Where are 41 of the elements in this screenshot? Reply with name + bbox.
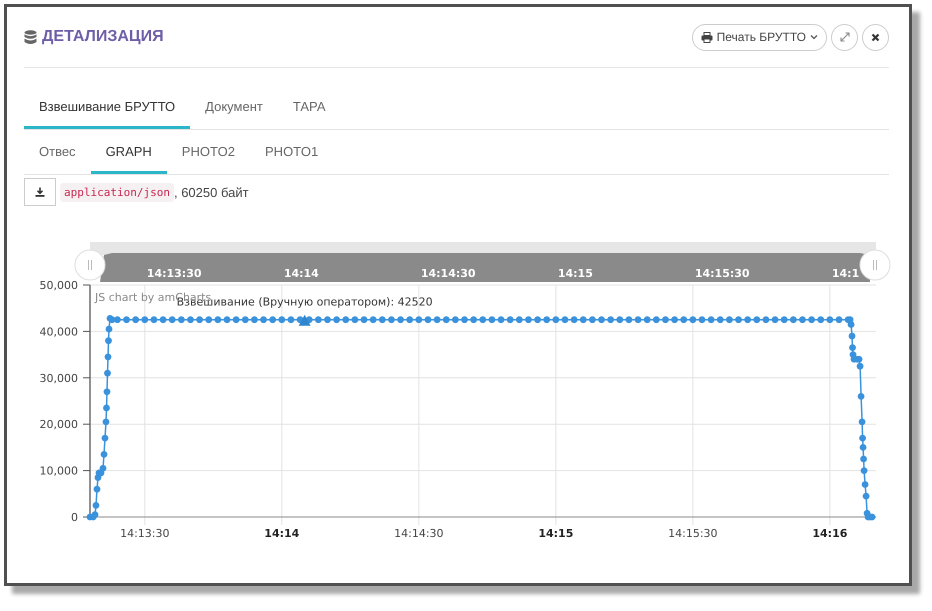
file-type: application/json (60, 182, 174, 202)
print-button[interactable]: Печать БРУТТО (692, 24, 827, 50)
scrollbar-label: 14:15:30 (694, 267, 750, 280)
triangle-marker (298, 314, 311, 326)
x-axis-label: 14:16 (812, 527, 848, 540)
x-axis-label: 14:15:30 (668, 527, 718, 540)
y-axis-label: 50,000 (40, 279, 78, 292)
x-axis-label: 14:13:30 (120, 527, 170, 540)
scrollbar-label: 14:13:30 (146, 267, 202, 280)
database-icon (24, 30, 37, 44)
right-handle[interactable] (860, 250, 890, 280)
x-axis-label: 14:14:30 (394, 527, 444, 540)
tab[interactable]: PHOTO1 (250, 130, 334, 174)
expand-icon (840, 32, 850, 42)
download-icon (35, 187, 45, 197)
tab[interactable]: ТАРА (278, 88, 340, 129)
y-axis-label: 20,000 (40, 418, 78, 432)
x-axis-label: 14:15 (538, 527, 574, 540)
scrollbar-label: 14:14 (284, 267, 319, 280)
y-axis-label: 10,000 (40, 464, 78, 478)
download-button[interactable] (24, 178, 56, 206)
x-axis-label: 14:14 (264, 527, 300, 540)
y-axis-label: 30,000 (40, 372, 78, 385)
left-handle[interactable] (74, 250, 106, 280)
dialog-title: ДЕТАЛИЗАЦИЯ (42, 28, 164, 46)
printer-icon (700, 32, 713, 42)
tab[interactable]: Отвес (24, 130, 91, 174)
scrollbar-band[interactable] (100, 253, 870, 282)
tab[interactable]: PHOTO2 (166, 130, 250, 174)
file-size: , 60250 байт (174, 184, 249, 200)
tab[interactable]: GRAPH (90, 130, 167, 174)
y-axis-label: 0 (71, 511, 78, 524)
y-axis-label: 40,000 (40, 325, 78, 338)
scrollbar-label: 14:1 (832, 267, 860, 280)
scrollbar-label: 14:15 (558, 267, 593, 280)
caret-icon (810, 34, 818, 40)
scrollbar-label: 14:14:30 (420, 267, 476, 280)
close-icon (871, 32, 880, 42)
tab[interactable]: Взвешивание БРУТТО (24, 88, 190, 129)
tab[interactable]: Документ (190, 88, 278, 129)
close-button[interactable] (862, 24, 889, 50)
